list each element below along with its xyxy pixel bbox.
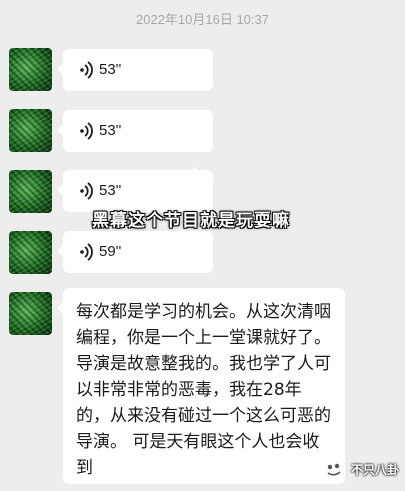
voice-wave-icon [80, 243, 93, 261]
avatar[interactable] [9, 170, 52, 213]
play-icon[interactable] [184, 163, 220, 199]
video-subtitle: 黑幕这个节目就是玩耍嘛 [92, 211, 290, 231]
avatar[interactable] [9, 48, 52, 91]
avatar[interactable] [9, 292, 52, 335]
avatar[interactable] [9, 231, 52, 274]
watermark-logo-icon [322, 458, 345, 480]
voice-duration: 59'' [99, 243, 122, 260]
voice-wave-icon [80, 122, 93, 140]
avatar[interactable] [9, 109, 52, 152]
message-text: 每次都是学习的机会。从这次清咽编程，你是一个上一堂课就好了。 导演是故意整我的。… [76, 302, 331, 478]
voice-duration: 53'' [99, 122, 122, 139]
watermark: 不只八卦 [322, 457, 399, 481]
voice-message-bubble[interactable]: 59'' [57, 231, 213, 273]
voice-duration: 53'' [99, 182, 122, 199]
voice-duration: 53'' [99, 61, 122, 78]
voice-message-bubble[interactable]: 53'' [57, 49, 213, 91]
voice-wave-icon [80, 182, 93, 200]
text-message-bubble[interactable]: 每次都是学习的机会。从这次清咽编程，你是一个上一堂课就好了。 导演是故意整我的。… [57, 288, 345, 484]
watermark-text: 不只八卦 [350, 462, 399, 477]
voice-message-bubble[interactable]: 53'' [57, 110, 213, 152]
chat-timestamp: 2022年10月16日 10:37 [136, 12, 269, 27]
voice-wave-icon [80, 61, 93, 79]
